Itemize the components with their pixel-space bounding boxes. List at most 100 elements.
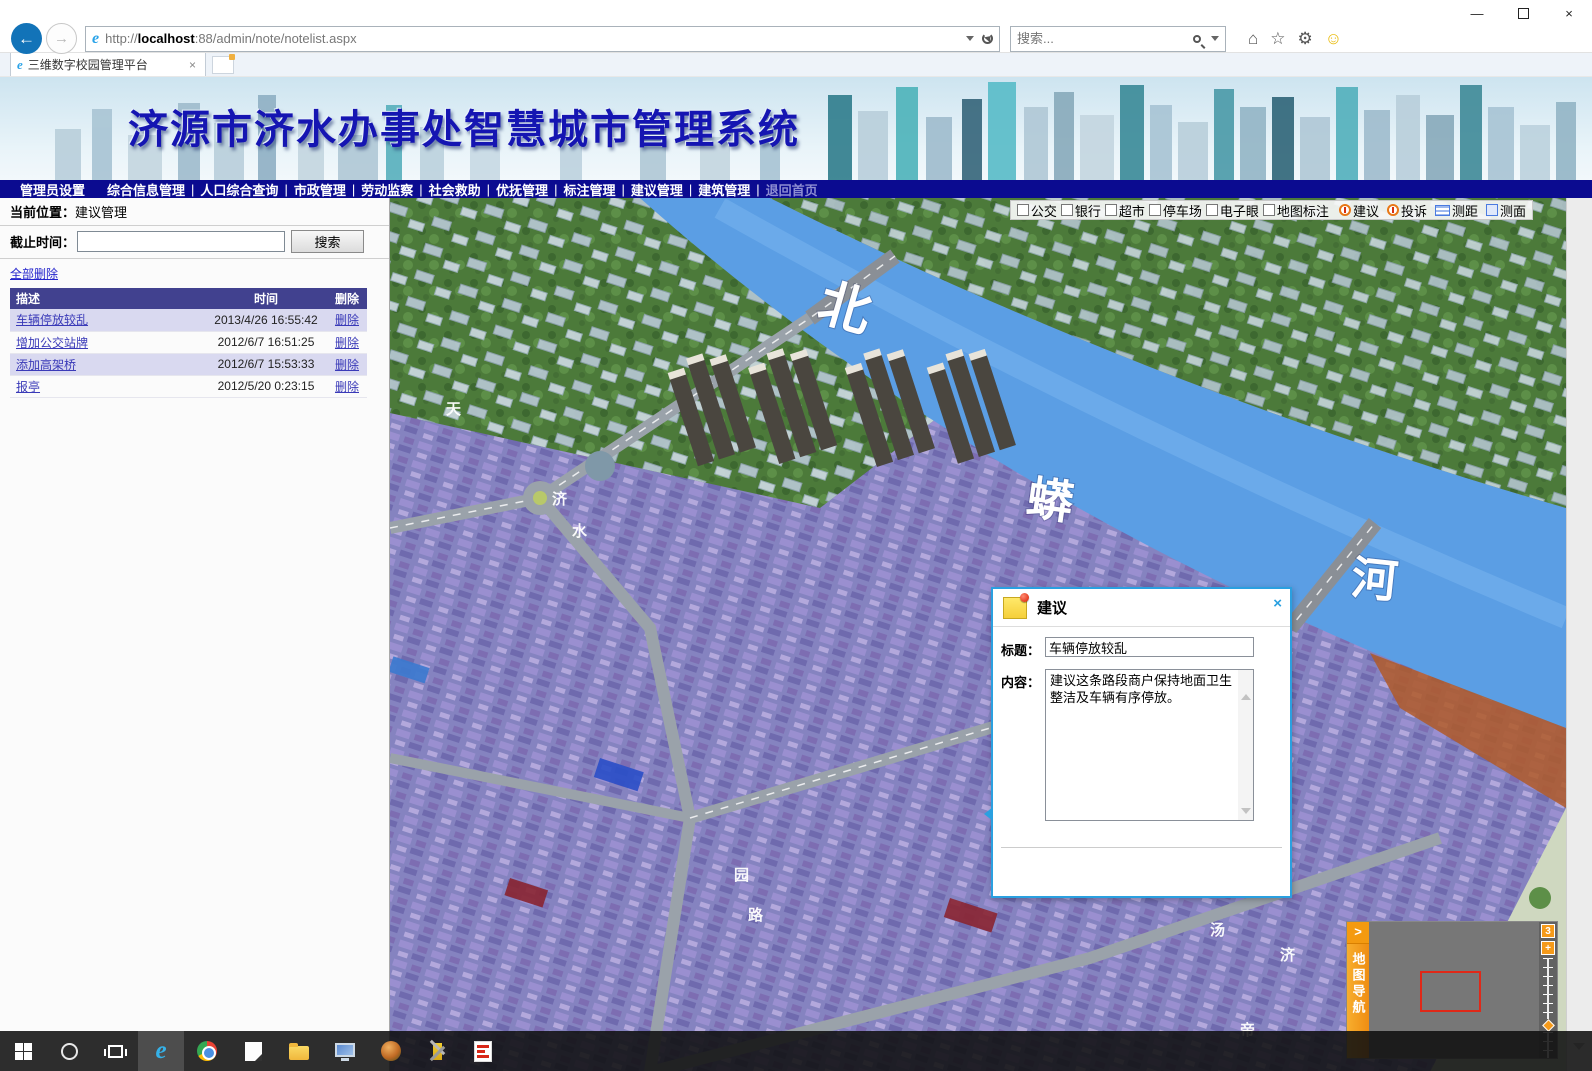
back-button[interactable]: ← (11, 23, 42, 54)
nav-item-suggestion[interactable]: 建议管理 (625, 180, 689, 199)
favorites-star-icon[interactable]: ☆ (1270, 29, 1285, 49)
search-button[interactable]: 搜索 (291, 230, 364, 253)
deadline-label: 截止时间： (10, 232, 75, 251)
col-header-time: 时间 (205, 288, 327, 309)
dialog-titlebar[interactable]: 建议 × (993, 589, 1290, 627)
nav-item-labor[interactable]: 劳动监察 (355, 180, 419, 199)
nav-item-veteran-care[interactable]: 优抚管理 (490, 180, 554, 199)
new-tab-button[interactable] (212, 56, 234, 74)
close-button[interactable]: × (1546, 0, 1592, 26)
checkbox-bus[interactable]: 公交 (1017, 201, 1057, 220)
taskbar-notepad-button[interactable] (230, 1031, 276, 1071)
home-icon[interactable]: ⌂ (1248, 29, 1258, 49)
title-field-input[interactable] (1045, 637, 1254, 657)
cortana-circle-icon (61, 1043, 78, 1060)
checkbox-box[interactable] (1149, 204, 1161, 216)
browser-search-box[interactable] (1010, 26, 1226, 52)
map-layer-toolbar: 公交 银行 超市 停车场 电子眼 地图标注 建议 投诉 测距 测面 (1010, 200, 1533, 220)
row-time: 2013/4/26 16:55:42 (205, 309, 327, 331)
street-label: 路 (748, 906, 764, 924)
checkbox-parking[interactable]: 停车场 (1149, 201, 1202, 220)
navigator-collapse-button[interactable]: > (1347, 922, 1369, 944)
scroll-down-icon[interactable] (1241, 808, 1251, 814)
minimize-button[interactable]: — (1454, 0, 1500, 26)
delete-row-link[interactable]: 删除 (335, 313, 359, 327)
map-3d-viewport[interactable]: 北 蟒 河 济 水 天 园 路 汤 济 帝 公交 银行 超市 停车场 电子眼 地 (390, 198, 1566, 1071)
internet-explorer-icon: e (155, 1037, 166, 1065)
measure-distance-button[interactable]: 测距 (1435, 201, 1478, 220)
measure-area-button[interactable]: 测面 (1486, 201, 1526, 220)
nav-item-annotation[interactable]: 标注管理 (557, 180, 621, 199)
checkbox-box[interactable] (1061, 204, 1073, 216)
suggestion-link[interactable]: 增加公交站牌 (16, 336, 88, 350)
cortana-search-button[interactable] (46, 1031, 92, 1071)
street-label: 园 (734, 867, 749, 884)
checkbox-map-annotation[interactable]: 地图标注 (1263, 201, 1329, 220)
checkbox-label: 电子眼 (1220, 201, 1259, 220)
street-label: 天 (446, 401, 462, 418)
tab-active[interactable]: e 三维数字校园管理平台 × (10, 52, 206, 76)
browser-search-input[interactable] (1017, 31, 1193, 46)
nav-item-social-aid[interactable]: 社会救助 (423, 180, 487, 199)
dialog-close-icon[interactable]: × (1273, 595, 1282, 612)
row-time: 2012/6/7 15:53:33 (205, 353, 327, 375)
suggestion-link[interactable]: 车辆停放较乱 (16, 313, 88, 327)
deadline-input[interactable] (77, 231, 285, 252)
feedback-smiley-icon[interactable]: ☺ (1325, 29, 1342, 49)
browser-chrome: — × ← → e http://localhost:88/admin/note… (0, 0, 1592, 53)
checkbox-box[interactable] (1105, 204, 1117, 216)
checkbox-box[interactable] (1263, 204, 1275, 216)
nav-item-info-management[interactable]: 综合信息管理 (101, 180, 191, 199)
suggest-tool-button[interactable]: 建议 (1339, 201, 1379, 220)
street-label: 水 (572, 522, 588, 540)
delete-row-link[interactable]: 删除 (335, 380, 359, 394)
checkbox-traffic-camera[interactable]: 电子眼 (1206, 201, 1259, 220)
complaint-tool-button[interactable]: 投诉 (1387, 201, 1427, 220)
scroll-up-icon[interactable] (1241, 694, 1251, 700)
checkbox-bank[interactable]: 银行 (1061, 201, 1101, 220)
taskbar-file-explorer-button[interactable] (276, 1031, 322, 1071)
taskbar-computer-button[interactable] (322, 1031, 368, 1071)
delete-row-link[interactable]: 删除 (335, 358, 359, 372)
complaint-icon (1387, 204, 1399, 216)
suggestion-link[interactable]: 报亭 (16, 380, 40, 394)
settings-gear-icon[interactable]: ⚙ (1298, 29, 1313, 49)
search-icon[interactable] (1193, 35, 1201, 43)
taskbar-tools-button[interactable] (414, 1031, 460, 1071)
tab-close-icon[interactable]: × (186, 58, 199, 72)
search-dropdown-icon[interactable] (1211, 36, 1219, 41)
nav-item-back-home[interactable]: 退回首页 (760, 180, 824, 199)
forward-button[interactable]: → (46, 23, 77, 54)
address-field[interactable]: e http://localhost:88/admin/note/notelis… (85, 26, 1000, 52)
address-tools (966, 33, 995, 44)
textarea-scrollbar[interactable] (1238, 670, 1253, 820)
deadline-search-row: 截止时间： 搜索 (0, 226, 389, 259)
nav-item-admin-settings[interactable]: 管理员设置 (14, 180, 101, 199)
taskbar-photo-app-button[interactable] (368, 1031, 414, 1071)
suggestion-link[interactable]: 添加高架桥 (16, 358, 76, 372)
delete-all-link[interactable]: 全部删除 (10, 265, 58, 282)
checkbox-supermarket[interactable]: 超市 (1105, 201, 1145, 220)
start-button[interactable] (0, 1031, 46, 1071)
nav-item-population-query[interactable]: 人口综合查询 (194, 180, 284, 199)
taskbar-chrome-button[interactable] (184, 1031, 230, 1071)
checkbox-box[interactable] (1017, 204, 1029, 216)
taskbar-reader-button[interactable] (460, 1031, 506, 1071)
refresh-icon[interactable] (982, 33, 993, 44)
checkbox-box[interactable] (1206, 204, 1218, 216)
task-view-button[interactable] (92, 1031, 138, 1071)
delete-row-link[interactable]: 删除 (335, 336, 359, 350)
url-host: localhost (138, 31, 195, 46)
taskbar-ie-button[interactable]: e (138, 1031, 184, 1071)
maximize-button[interactable] (1500, 0, 1546, 26)
nav-item-municipal[interactable]: 市政管理 (288, 180, 352, 199)
viewport-rectangle[interactable] (1420, 971, 1481, 1012)
address-dropdown-icon[interactable] (966, 36, 974, 41)
page-scrollbar[interactable] (1566, 198, 1592, 1071)
content-field-textarea[interactable]: 建议这条路段商户保持地面卫生整洁及车辆有序停放。 (1045, 669, 1254, 821)
desktop-screen: — × ← → e http://localhost:88/admin/note… (0, 0, 1592, 1071)
zoom-track[interactable] (1543, 958, 1553, 1019)
zoom-in-button[interactable]: + (1541, 941, 1555, 955)
zoom-slider-handle[interactable] (1542, 1019, 1555, 1032)
nav-item-building[interactable]: 建筑管理 (692, 180, 756, 199)
